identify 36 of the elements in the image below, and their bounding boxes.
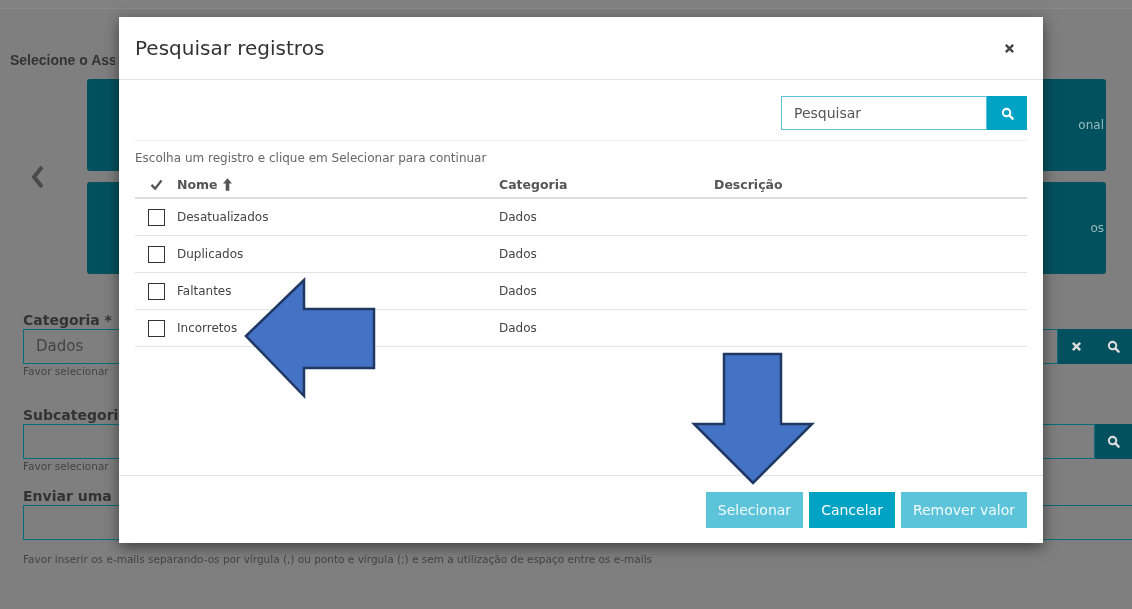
search-field[interactable]: Pesquisar: [781, 96, 987, 130]
table-cell: Dados: [499, 284, 537, 298]
checkbox[interactable]: [147, 319, 165, 337]
table-cell: Dados: [499, 210, 537, 224]
close-icon[interactable]: [1004, 42, 1015, 54]
checkmark-icon: [149, 178, 163, 190]
checkbox[interactable]: [147, 245, 165, 263]
action-button[interactable]: Cancelar: [809, 491, 895, 528]
tile[interactable]: os: [1040, 182, 1106, 274]
search-button[interactable]: [1095, 424, 1132, 459]
checkbox[interactable]: [147, 208, 165, 226]
search-icon: [1107, 435, 1120, 448]
column-header[interactable]: Descrição: [714, 176, 783, 192]
checkbox[interactable]: [147, 282, 165, 300]
field-label: Subcategori: [23, 406, 119, 424]
search-button[interactable]: [987, 96, 1027, 130]
column-header[interactable]: Nome: [177, 176, 218, 192]
column-header[interactable]: Categoria: [499, 176, 568, 192]
close-icon: [1071, 341, 1082, 352]
field-label: Enviar uma: [23, 487, 112, 505]
search-icon: [1107, 340, 1120, 353]
tile[interactable]: onal: [1040, 79, 1106, 171]
table-cell: Desatualizados: [177, 210, 269, 224]
table-cell: Dados: [499, 247, 537, 261]
search-button[interactable]: [1095, 329, 1132, 364]
table-cell: Incorretos: [177, 321, 238, 335]
search-icon: [1000, 106, 1014, 120]
table-cell: Duplicados: [177, 247, 244, 261]
clear-button[interactable]: [1058, 329, 1095, 364]
hint-text: Favor selecionar: [23, 364, 109, 378]
hint-text: Favor selecionar: [23, 459, 109, 473]
table-cell: Faltantes: [177, 284, 232, 298]
table-cell: Dados: [499, 321, 537, 335]
dialog-title: Pesquisar registros: [135, 36, 325, 60]
field-label: Categoria *: [23, 311, 112, 329]
instruction-text: Escolha um registro e clique em Selecionar para continuar: [135, 151, 488, 167]
